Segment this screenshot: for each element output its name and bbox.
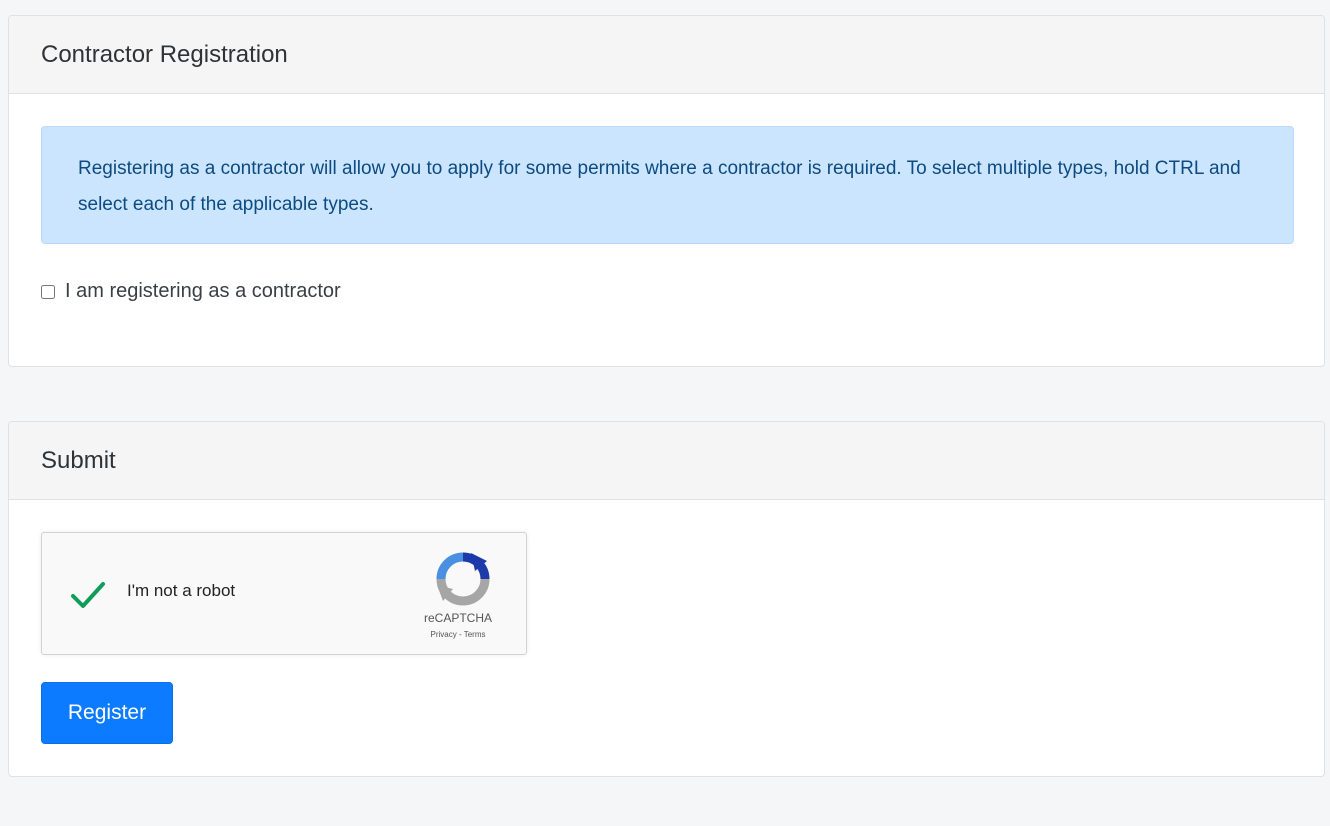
submit-section-title: Submit [9, 422, 1324, 500]
contractor-registration-card: Contractor Registration Registering as a… [8, 15, 1325, 367]
recaptcha-logo-icon [436, 552, 490, 606]
recaptcha-widget[interactable]: I'm not a robot reCAPTCHA Privacy - Term… [41, 532, 527, 655]
contractor-checkbox-row[interactable]: I am registering as a contractor [41, 280, 341, 303]
recaptcha-label: I'm not a robot [127, 581, 236, 600]
recaptcha-brand: reCAPTCHA [423, 611, 492, 625]
register-button[interactable]: Register [41, 682, 173, 744]
contractor-info-alert: Registering as a contractor will allow y… [41, 126, 1294, 244]
submit-card: Submit I'm not a robot reCAPTCHA Privacy… [8, 421, 1325, 777]
recaptcha-privacy-terms[interactable]: Privacy - Terms [402, 630, 514, 639]
checkmark-icon[interactable] [70, 577, 106, 613]
contractor-checkbox-label: I am registering as a contractor [65, 280, 341, 302]
contractor-registration-title: Contractor Registration [9, 16, 1324, 94]
contractor-checkbox[interactable] [41, 284, 55, 299]
